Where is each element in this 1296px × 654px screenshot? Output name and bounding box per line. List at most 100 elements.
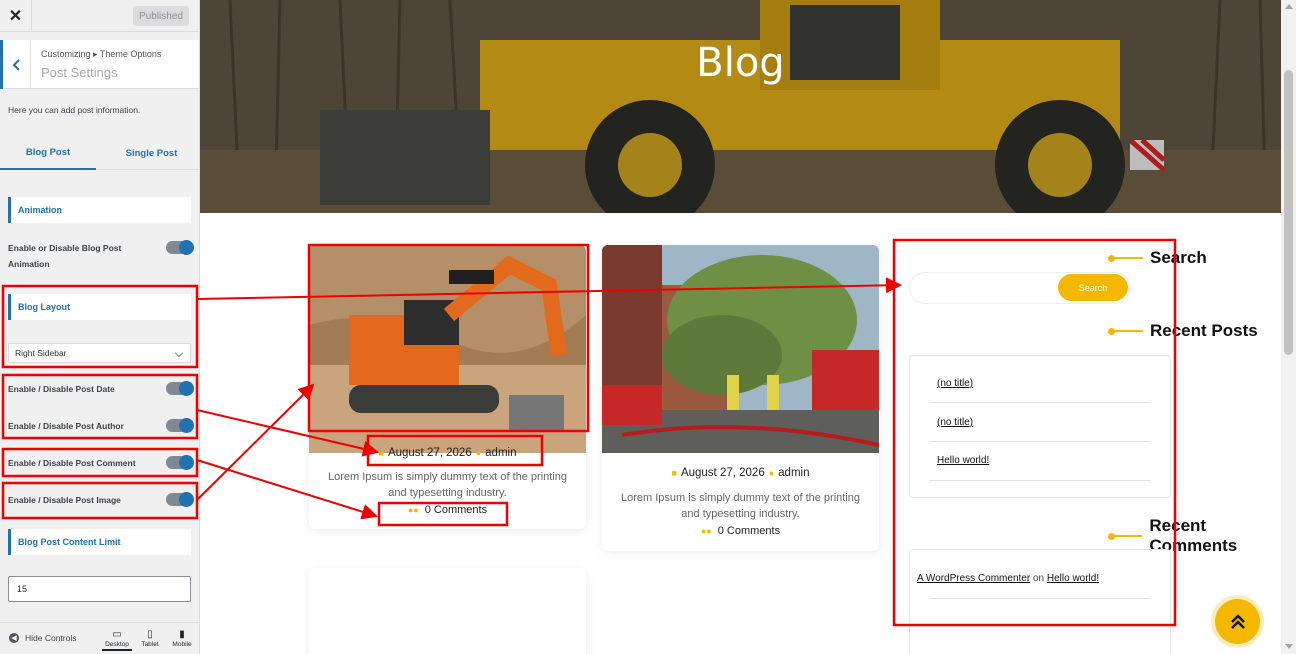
customizer-footer: ◀ Hide Controls ▭ Desktop ▯ Tablet ▮ Mob… xyxy=(0,622,199,654)
chevron-down-icon xyxy=(174,348,184,358)
post-comment-label: Enable / Disable Post Comment xyxy=(8,458,136,468)
post-card[interactable] xyxy=(309,568,586,654)
user-icon: ● xyxy=(768,468,775,478)
post-date[interactable]: August 27, 2026 xyxy=(681,467,765,479)
post-date-label: Enable / Disable Post Date xyxy=(8,384,115,394)
list-divider xyxy=(929,480,1151,481)
breadcrumb: Customizing ▸ Theme Options xyxy=(41,49,162,59)
post-author-label: Enable / Disable Post Author xyxy=(8,421,124,431)
device-mobile[interactable]: ▮ Mobile xyxy=(167,629,197,648)
post-excerpt: Lorem Ipsum is simply dummy text of the … xyxy=(327,471,568,499)
post-image-label: Enable / Disable Post Image xyxy=(8,495,121,505)
recent-posts-widget-title: Recent Posts xyxy=(1108,321,1258,341)
recent-posts-title: Recent Posts xyxy=(1150,321,1258,340)
tab-single-post[interactable]: Single Post xyxy=(104,137,199,170)
animation-heading: Animation xyxy=(8,197,191,223)
content-limit-input[interactable]: 15 xyxy=(8,576,191,602)
post-tabs: Blog Post Single Post xyxy=(0,137,199,170)
blog-layout-heading: Blog Layout xyxy=(8,294,191,320)
customizer-topbar: ✕ Published xyxy=(0,0,199,32)
comments-icon: ●● xyxy=(700,526,712,536)
post-card[interactable]: ■ August 27, 2026 ● admin Lorem Ipsum is… xyxy=(602,245,879,551)
mobile-icon: ▮ xyxy=(179,629,185,640)
calendar-icon: ■ xyxy=(671,468,677,478)
post-meta: ■ August 27, 2026 ● admin xyxy=(309,447,586,459)
comment-post-link[interactable]: Hello world! xyxy=(1047,573,1099,584)
search-widget-title: Search xyxy=(1108,248,1207,268)
search-button[interactable]: Search xyxy=(1058,274,1128,301)
recent-comment-item: A WordPress Commenter on Hello world! xyxy=(917,573,1099,584)
recent-comments-list xyxy=(909,549,1171,654)
comment-author-link[interactable]: A WordPress Commenter xyxy=(917,573,1030,584)
collapse-icon: ◀ xyxy=(9,633,19,643)
scroll-up-icon[interactable] xyxy=(1285,4,1293,9)
section-title: Post Settings xyxy=(41,65,118,80)
post-excerpt: Lorem Ipsum is simply dummy text of the … xyxy=(620,492,861,520)
hero-banner: Blog xyxy=(200,0,1281,213)
calendar-icon: ■ xyxy=(378,448,384,458)
publish-button[interactable]: Published xyxy=(133,6,189,26)
post-comments-count[interactable]: 0 Comments xyxy=(718,525,780,537)
post-author-toggle[interactable] xyxy=(166,417,194,433)
animation-toggle-label: Enable or Disable Blog Post Animation xyxy=(8,240,121,272)
double-chevron-up-icon xyxy=(1230,613,1245,629)
comment-on-text: on xyxy=(1032,573,1045,584)
post-comments[interactable]: ●● 0 Comments xyxy=(602,525,879,537)
site-preview: Blog ■ August 27, 2026 ● admin Lorem Ips… xyxy=(200,0,1296,654)
post-meta: ■ August 27, 2026 ● admin xyxy=(602,467,879,479)
hero-title: Blog xyxy=(696,40,785,86)
list-divider xyxy=(929,598,1151,599)
post-comment-toggle[interactable] xyxy=(166,454,194,470)
list-divider xyxy=(929,441,1151,442)
chevron-left-icon xyxy=(12,58,20,71)
post-image-toggle[interactable] xyxy=(166,491,194,507)
desktop-icon: ▭ xyxy=(112,629,122,640)
user-icon: ● xyxy=(475,448,482,458)
close-icon[interactable]: ✕ xyxy=(0,0,32,31)
recent-comments-title: Recent Comments xyxy=(1149,516,1238,555)
hide-controls-label: Hide Controls xyxy=(25,633,77,643)
blog-layout-value: Right Sidebar xyxy=(15,348,67,358)
hero-image-loader xyxy=(200,0,1281,213)
hide-controls-button[interactable]: ◀ Hide Controls xyxy=(9,633,77,643)
back-button[interactable] xyxy=(0,40,31,89)
title-ornament xyxy=(1108,327,1143,335)
post-comments[interactable]: ●● 0 Comments xyxy=(309,504,586,516)
recent-post-link[interactable]: Hello world! xyxy=(937,455,989,466)
title-ornament xyxy=(1107,532,1143,540)
comments-icon: ●● xyxy=(407,505,419,515)
post-author[interactable]: admin xyxy=(778,467,809,479)
device-mobile-label: Mobile xyxy=(172,641,192,648)
device-desktop-label: Desktop xyxy=(105,641,129,648)
post-comments-count[interactable]: 0 Comments xyxy=(425,504,487,516)
content-limit-heading: Blog Post Content Limit xyxy=(8,529,191,555)
customizer-panel: ✕ Published Customizing ▸ Theme Options … xyxy=(0,0,200,654)
device-tablet[interactable]: ▯ Tablet xyxy=(135,629,165,648)
tablet-icon: ▯ xyxy=(147,629,153,640)
recent-post-link[interactable]: (no title) xyxy=(937,378,973,389)
animation-label-line2: Animation xyxy=(8,259,50,269)
post-date[interactable]: August 27, 2026 xyxy=(388,447,472,459)
scroll-to-top-button[interactable] xyxy=(1215,599,1260,644)
animation-toggle[interactable] xyxy=(166,239,194,255)
section-header: Customizing ▸ Theme Options Post Setting… xyxy=(0,40,199,89)
recent-post-link[interactable]: (no title) xyxy=(937,417,973,428)
search-title: Search xyxy=(1150,248,1207,267)
post-thumbnail[interactable] xyxy=(309,245,586,453)
scrollbar-thumb[interactable] xyxy=(1284,70,1293,355)
fire-trucks-image xyxy=(602,245,879,453)
excavator-image xyxy=(309,245,586,453)
device-desktop[interactable]: ▭ Desktop xyxy=(102,629,132,651)
blog-layout-select[interactable]: Right Sidebar xyxy=(8,343,191,363)
post-date-toggle[interactable] xyxy=(166,380,194,396)
post-author[interactable]: admin xyxy=(485,447,516,459)
post-thumbnail[interactable] xyxy=(602,245,879,453)
tab-blog-post[interactable]: Blog Post xyxy=(0,137,96,170)
animation-label-line1: Enable or Disable Blog Post xyxy=(8,243,122,253)
help-text: Here you can add post information. xyxy=(8,105,141,115)
scroll-down-icon[interactable] xyxy=(1285,644,1293,649)
title-ornament xyxy=(1108,254,1143,262)
list-divider xyxy=(929,402,1151,403)
post-card[interactable]: ■ August 27, 2026 ● admin Lorem Ipsum is… xyxy=(309,245,586,529)
device-tablet-label: Tablet xyxy=(141,641,159,648)
